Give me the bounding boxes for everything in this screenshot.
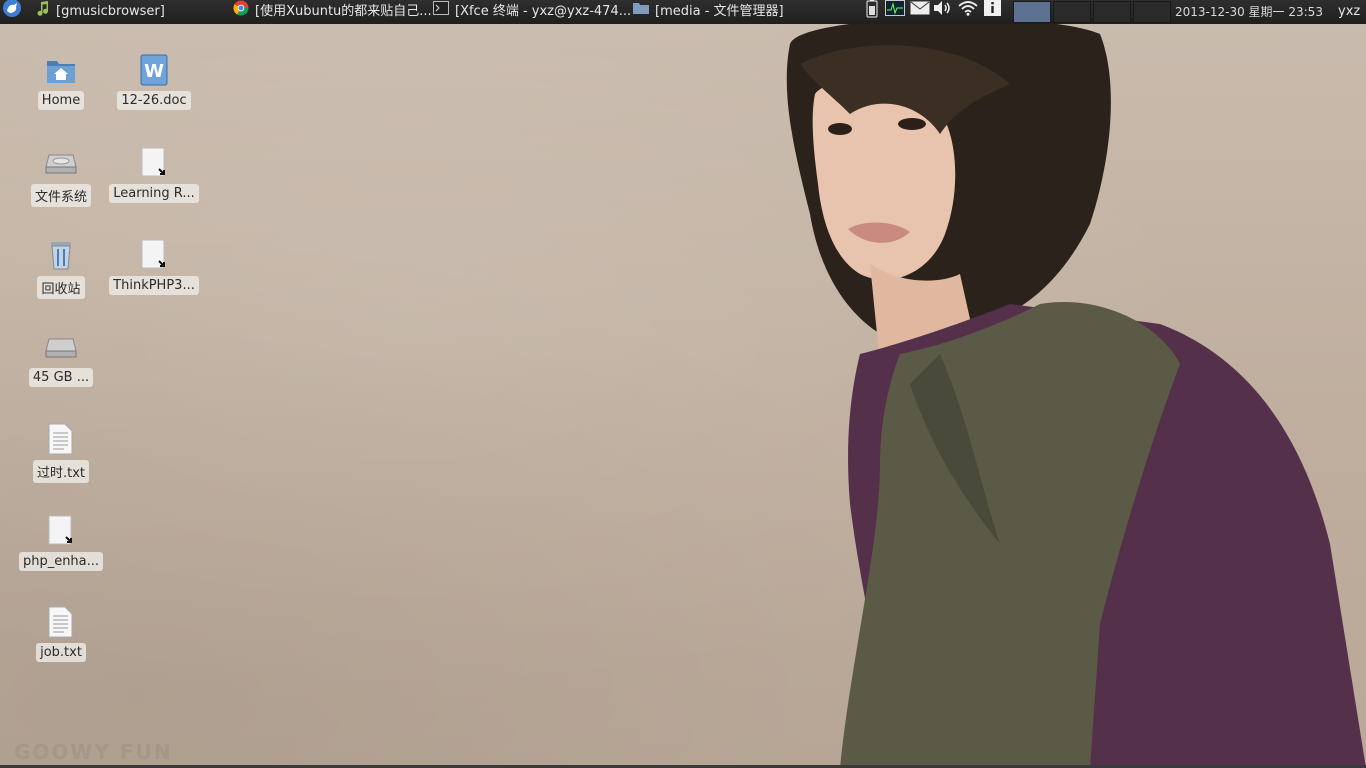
desktop-icon-45gb-volume[interactable]: 45 GB ... [15,331,107,387]
desktop-icon-label: 12-26.doc [117,91,191,110]
task-label: [Xfce 终端 - yxz@yxz-474... [455,4,630,19]
desktop-icon-job-txt[interactable]: job.txt [15,606,107,662]
user-name: yxz [1338,4,1361,19]
workspace-3[interactable] [1093,1,1131,23]
desktop-icon-label: ThinkPHP3... [109,276,199,295]
user-menu[interactable]: yxz [1338,0,1360,24]
desktop-icon-home[interactable]: Home [15,54,107,110]
desktop-icon-learning-r[interactable]: Learning R... [108,147,200,203]
task-file-manager[interactable]: [media - 文件管理器] [633,0,803,24]
file-link-icon [45,515,77,547]
mail-icon [910,0,930,24]
desktop-icon-label: php_enha... [18,552,104,571]
music-note-icon [36,0,50,24]
desktop-icon-filesystem[interactable]: 文件系统 [15,147,107,207]
info-icon [984,0,1001,25]
desktop-icon-label: Learning R... [109,184,199,203]
mail-tray[interactable] [910,0,930,24]
system-monitor-icon [885,0,905,25]
desktop-icon-thinkphp[interactable]: ThinkPHP3... [108,239,200,295]
battery-tray[interactable] [866,0,878,24]
workspace-2[interactable] [1053,1,1091,23]
desktop-icon-label: 回收站 [37,276,85,299]
task-terminal[interactable]: [Xfce 终端 - yxz@yxz-474... [433,0,630,24]
terminal-icon [433,0,449,24]
desktop-icon-label: Home [37,91,85,110]
top-panel: [gmusicbrowser] [使用Xubuntu的都来贴自己... [Xfc… [0,0,1366,24]
wallpaper-portrait-image [786,24,1366,768]
workspace-1[interactable] [1013,1,1051,23]
wallpaper-watermark: GOOWY FUN [14,740,173,764]
trash-icon [45,239,77,271]
desktop-icon-label: 过时.txt [32,460,90,483]
task-label: [使用Xubuntu的都来贴自己... [255,4,431,19]
word-doc-icon: W [138,54,170,86]
home-folder-icon [45,54,77,86]
file-link-icon [138,239,170,271]
workspace-4[interactable] [1133,1,1171,23]
task-label: [media - 文件管理器] [655,4,784,19]
info-tray[interactable] [984,0,1001,24]
battery-icon [866,0,878,27]
file-link-icon [138,147,170,179]
svg-text:W: W [144,61,164,82]
volume-tray[interactable] [933,0,953,24]
desktop-icon-php-enha[interactable]: php_enha... [15,515,107,571]
folder-icon [633,0,649,24]
xfce-mouse-icon [2,0,22,27]
text-file-icon [45,423,77,455]
xfce-menu-button[interactable] [2,0,28,24]
wifi-icon [958,0,978,25]
desktop-icon-trash[interactable]: 回收站 [15,239,107,299]
desktop-icon-guoshi-txt[interactable]: 过时.txt [15,423,107,483]
drive-icon [45,147,77,179]
desktop-wallpaper: GOOWY FUN [0,24,1366,768]
drive-icon [45,331,77,363]
task-label: [gmusicbrowser] [56,4,165,19]
task-chrome[interactable]: [使用Xubuntu的都来贴自己... [233,0,431,24]
clock-text: 2013-12-30 星期一 23:53 [1175,5,1323,19]
desktop-icon-label: 45 GB ... [28,368,94,387]
system-monitor-tray[interactable] [885,0,905,24]
task-gmusicbrowser[interactable]: [gmusicbrowser] [36,0,226,24]
desktop-icon-label: job.txt [36,643,86,662]
volume-icon [933,0,953,25]
desktop-icon-12-26-doc[interactable]: W 12-26.doc [108,54,200,110]
desktop-icon-label: 文件系统 [30,184,91,207]
clock[interactable]: 2013-12-30 星期一 23:53 [1175,0,1323,24]
workspace-switcher [1013,0,1173,24]
wifi-tray[interactable] [958,0,978,24]
text-file-icon [45,606,77,638]
chrome-icon [233,0,249,24]
